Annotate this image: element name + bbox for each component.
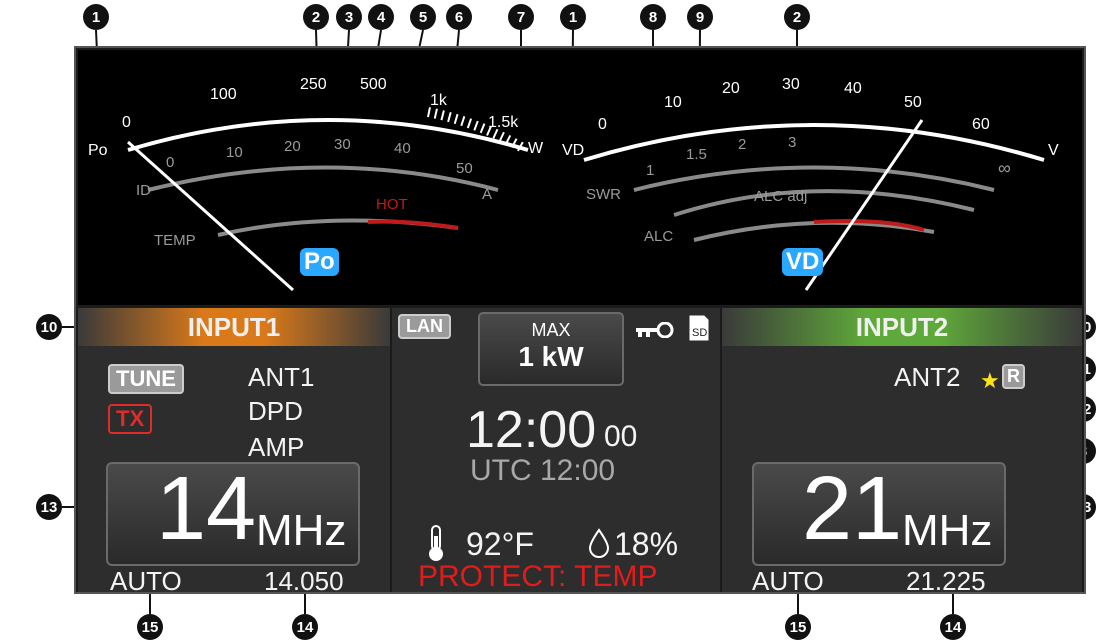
input1-header[interactable]: INPUT1 [78, 308, 390, 346]
right-meter-mode-badge[interactable]: VD [782, 248, 824, 276]
po-label: Po [88, 142, 108, 159]
band-unit: MHz [256, 506, 347, 555]
vd-scale-30: 30 [782, 76, 800, 93]
swr-scale-2: 2 [738, 136, 747, 153]
vd-label: VD [562, 142, 585, 159]
po-scale-w: W [528, 140, 544, 157]
tx-badge[interactable]: TX [108, 404, 153, 434]
tuning-mode: AUTO [752, 566, 824, 596]
id-scale-20: 20 [284, 138, 301, 155]
operating-frequency: 21.225 [906, 566, 986, 596]
id-scale-40: 40 [394, 140, 411, 157]
operating-frequency: 14.050 [264, 566, 344, 596]
input1-label: INPUT1 [187, 311, 281, 342]
input2-header[interactable]: INPUT2 [722, 308, 1082, 346]
id-scale-50: 50 [456, 160, 473, 177]
band-unit: MHz [902, 506, 993, 555]
antenna-label[interactable]: ANT2 [894, 362, 960, 393]
id-scale-10: 10 [226, 144, 243, 161]
swr-scale-inf: ∞ [998, 158, 1011, 178]
amplifier-display: Po 0 100 250 500 1k 1.5k W ID 0 10 20 30… [74, 46, 1086, 596]
id-scale-0: 0 [166, 154, 175, 171]
r-badge: R [1002, 364, 1025, 389]
antenna-label[interactable]: ANT1 [248, 362, 314, 393]
swr-scale-1: 1 [646, 162, 655, 179]
vd-scale-10: 10 [664, 94, 682, 111]
vd-scale-v: V [1048, 142, 1059, 159]
power-max-value: 1 kW [518, 341, 584, 372]
svg-text:SD: SD [692, 327, 707, 339]
left-meter: Po 0 100 250 500 1k 1.5k W ID 0 10 20 30… [78, 50, 554, 305]
hot-label: HOT [376, 196, 408, 213]
temp-label: TEMP [154, 232, 196, 249]
clock-seconds: 00 [604, 420, 638, 453]
po-scale-500: 500 [360, 76, 387, 93]
band-number: 21 [802, 459, 903, 559]
po-scale-0: 0 [122, 114, 131, 131]
humidity: 18% [614, 526, 679, 562]
vd-scale-50: 50 [904, 94, 922, 111]
power-max-button[interactable]: MAX 1 kW [478, 312, 624, 386]
band-frequency-button[interactable]: 21 MHz [752, 459, 1006, 566]
tuning-mode: AUTO [110, 566, 182, 596]
po-scale-100: 100 [210, 86, 237, 103]
amp-label: AMP [248, 432, 305, 462]
vd-scale-0: 0 [598, 116, 607, 133]
id-scale-30: 30 [334, 136, 351, 153]
alc-label: ALC [644, 228, 674, 245]
lan-badge: LAN [398, 314, 451, 339]
key-icon [636, 322, 674, 338]
clock-time: 12:00 [466, 401, 597, 459]
swr-label: SWR [586, 186, 621, 203]
input2-label: INPUT2 [855, 311, 949, 342]
alc-adj-label: ALC adj [754, 188, 808, 205]
sd-card-icon: SD [689, 315, 709, 341]
band-number: 14 [156, 459, 257, 559]
center-panel: LAN MAX 1 kW SD 12:00 00 UTC 12:00 92°F … [392, 308, 720, 593]
vd-scale-40: 40 [844, 80, 862, 97]
po-scale-250: 250 [300, 76, 327, 93]
tune-badge[interactable]: TUNE [108, 364, 184, 394]
dpd-label: DPD [248, 396, 303, 426]
right-meter: VD 0 10 20 30 40 50 60 V SWR 1 1.5 2 3 ∞… [554, 50, 1082, 305]
star-icon: ★ [980, 368, 1000, 393]
left-meter-mode-badge[interactable]: Po [300, 248, 339, 276]
utc-time: UTC 12:00 [470, 454, 616, 487]
protect-status: PROTECT: TEMP [418, 560, 658, 593]
swr-scale-3: 3 [788, 134, 797, 151]
right-panel: INPUT2 ANT2 ★ R 21 MHz AUTO 21.225 [722, 308, 1082, 596]
vd-scale-20: 20 [722, 80, 740, 97]
id-scale-a: A [482, 186, 493, 203]
id-label: ID [136, 182, 151, 199]
vd-scale-60: 60 [972, 116, 990, 133]
power-max-label: MAX [531, 320, 571, 340]
temperature: 92°F [466, 526, 534, 562]
left-panel: INPUT1 TUNE TX ANT1 DPD AMP 14 MHz AUTO … [78, 308, 390, 596]
po-scale-1k: 1k [430, 92, 447, 109]
humidity-icon [588, 528, 610, 558]
band-frequency-button[interactable]: 14 MHz [106, 459, 360, 566]
po-scale-1-5k: 1.5k [488, 114, 519, 131]
thermometer-icon [429, 525, 443, 561]
swr-scale-1-5: 1.5 [686, 146, 707, 163]
